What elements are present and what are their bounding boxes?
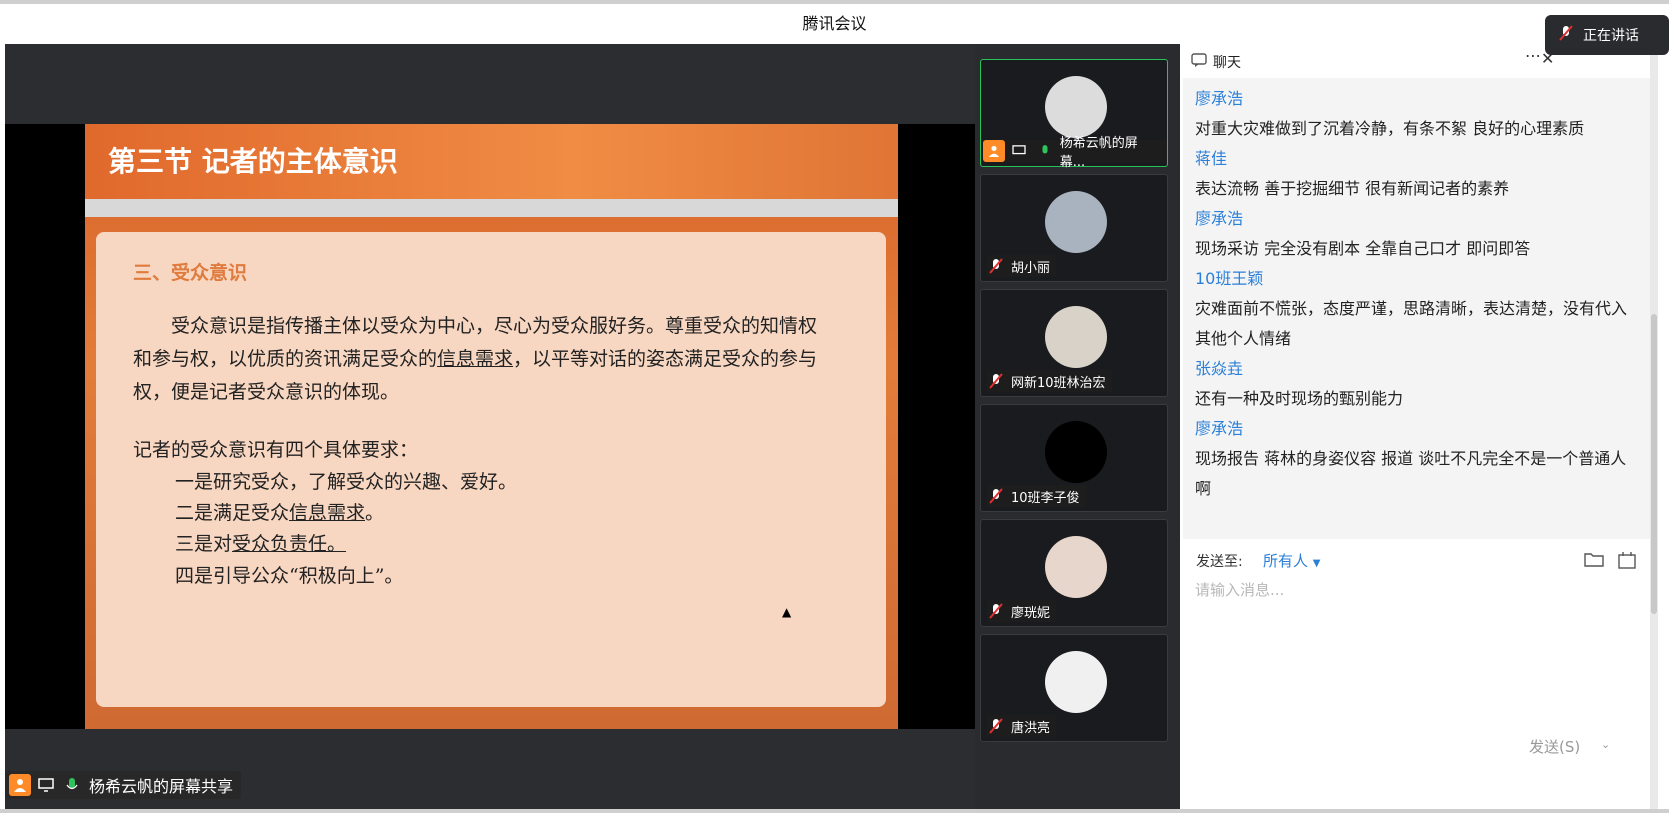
- person-icon: [983, 140, 1005, 162]
- participant-name: 唐洪亮: [1011, 720, 1051, 736]
- send-to-dropdown[interactable]: 所有人 ▼: [1263, 550, 1321, 571]
- participant-name: 胡小丽: [1011, 260, 1051, 276]
- chat-sender: 10班王颖: [1195, 269, 1264, 288]
- send-to-label: 发送至:: [1196, 554, 1243, 570]
- chat-sender: 张焱垚: [1195, 359, 1244, 378]
- chat-message-text: 对重大灾难做到了沉着冷静，有条不絮 良好的心理素质: [1195, 119, 1585, 138]
- muted-microphone-icon: [987, 487, 1005, 505]
- avatar: [1045, 306, 1107, 368]
- participant-tile[interactable]: 唐洪亮: [980, 634, 1168, 742]
- slide-req-3: 三是对受众负责任。: [175, 533, 347, 555]
- chat-sender: 廖承浩: [1195, 89, 1244, 108]
- chat-message-text: 还有一种及时现场的甄别能力: [1195, 389, 1404, 408]
- chevron-down-icon[interactable]: ⌄: [1601, 738, 1610, 751]
- chat-sender: 廖承浩: [1195, 209, 1244, 228]
- participant-list: 杨希云帆的屏幕... 胡小丽 网新10班林治宏 10班李子俊 廖珖妮 唐洪亮: [975, 44, 1180, 809]
- chat-message-text: 灾难面前不慌张，态度严谨，思路清晰，表达清楚，没有代入其他个人情绪: [1195, 299, 1628, 348]
- microphone-icon: [1034, 140, 1056, 162]
- slide-req-2: 二是满足受众信息需求。: [175, 502, 385, 524]
- more-options-icon[interactable]: ⋯: [1525, 46, 1541, 65]
- window-title: 腾讯会议: [0, 4, 1669, 44]
- chat-panel: 聊天 ⋯ ✕ 廖承浩 对重大灾难做到了沉着冷静，有条不絮 良好的心理素质 蒋佳 …: [1183, 44, 1650, 809]
- chat-title: 聊天: [1213, 55, 1241, 71]
- participant-tile[interactable]: 胡小丽: [980, 174, 1168, 282]
- screen-share-icon: [1009, 140, 1031, 162]
- slide-underlined-text: 信息需求: [437, 348, 514, 370]
- slide-title-band: 第三节 记者的主体意识: [85, 124, 898, 199]
- caret-down-icon: ▼: [1312, 558, 1321, 569]
- participant-tile[interactable]: 杨希云帆的屏幕...: [980, 59, 1168, 170]
- file-folder-icon[interactable]: [1584, 551, 1604, 573]
- avatar: [1045, 421, 1107, 483]
- meeting-window: 腾讯会议 第三节 记者的主体意识 三、受众意识 受众意识是指传播主体以受众为中心…: [0, 4, 1669, 809]
- chat-messages: 廖承浩 对重大灾难做到了沉着冷静，有条不絮 良好的心理素质 蒋佳 表达流畅 善于…: [1195, 84, 1635, 504]
- participant-tile[interactable]: 10班李子俊: [980, 404, 1168, 512]
- scrollbar-thumb[interactable]: [1651, 314, 1657, 614]
- slide-req-4: 四是引导公众“积极向上”。: [175, 565, 404, 587]
- chat-compose-area: 发送至: 所有人 ▼ 请输入消息... 发送(S) ⌄: [1183, 539, 1650, 809]
- participant-name: 10班李子俊: [1011, 490, 1080, 506]
- slide-section-heading: 三、受众意识: [133, 262, 248, 284]
- chat-sender: 廖承浩: [1195, 419, 1244, 438]
- participant-tile[interactable]: 网新10班林治宏: [980, 289, 1168, 397]
- avatar: [1045, 76, 1107, 138]
- muted-microphone-icon: [987, 602, 1005, 620]
- chat-message-text: 现场采访 完全没有剧本 全靠自己口才 即问即答: [1195, 239, 1531, 258]
- slide-req-1: 一是研究受众，了解受众的兴趣、爱好。: [175, 471, 518, 493]
- shared-screen-area: 第三节 记者的主体意识 三、受众意识 受众意识是指传播主体以受众为中心，尽心为受…: [5, 44, 975, 809]
- chat-message-text: 现场报告 蒋林的身姿仪容 报道 谈吐不凡完全不是一个普通人啊: [1195, 449, 1627, 498]
- screen-share-name: 杨希云帆的屏幕共享: [89, 777, 234, 796]
- slide-content-card: 三、受众意识 受众意识是指传播主体以受众为中心，尽心为受众服好务。尊重受众的知情…: [96, 232, 886, 707]
- slide-paragraph: 受众意识是指传播主体以受众为中心，尽心为受众服好务。尊重受众的知情权和参与权，以…: [133, 315, 818, 403]
- speaking-toast: 正在讲话: [1545, 15, 1669, 55]
- muted-microphone-icon: [987, 257, 1005, 275]
- slide-title: 第三节 记者的主体意识: [108, 145, 398, 178]
- speaking-text: 正在讲话: [1583, 28, 1639, 44]
- person-icon: [9, 774, 31, 796]
- muted-microphone-icon: [987, 717, 1005, 735]
- send-button[interactable]: 发送(S): [1529, 736, 1580, 757]
- microphone-icon: [61, 774, 83, 796]
- chat-scrollbar[interactable]: [1650, 44, 1658, 809]
- screen-share-icon: [35, 774, 57, 796]
- mouse-cursor-icon: ▲: [782, 605, 792, 619]
- chat-message-text: 表达流畅 善于挖掘细节 很有新闻记者的素养: [1195, 179, 1510, 198]
- announcement-icon[interactable]: [1618, 551, 1636, 573]
- avatar: [1045, 651, 1107, 713]
- presentation-slide: 第三节 记者的主体意识 三、受众意识 受众意识是指传播主体以受众为中心，尽心为受…: [85, 124, 898, 729]
- muted-microphone-icon: [1559, 25, 1573, 45]
- avatar: [1045, 536, 1107, 598]
- muted-microphone-icon: [987, 372, 1005, 390]
- slide-req-intro: 记者的受众意识有四个具体要求：: [133, 439, 419, 461]
- screen-share-label: 杨希云帆的屏幕共享: [5, 771, 242, 799]
- chat-icon: [1191, 53, 1207, 71]
- chat-tools: [1584, 551, 1636, 573]
- chat-input[interactable]: 请输入消息...: [1195, 579, 1284, 600]
- slide-divider: [85, 199, 898, 217]
- chat-sender: 蒋佳: [1195, 149, 1228, 168]
- avatar: [1045, 191, 1107, 253]
- participant-name: 网新10班林治宏: [1011, 375, 1106, 391]
- participant-name: 杨希云帆的屏幕...: [1059, 136, 1138, 170]
- participant-tile[interactable]: 廖珖妮: [980, 519, 1168, 627]
- participant-name: 廖珖妮: [1011, 605, 1051, 621]
